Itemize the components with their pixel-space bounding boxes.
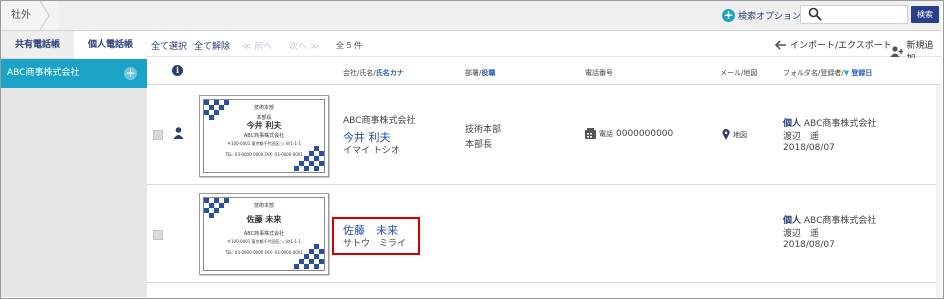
map-label: 地図 xyxy=(733,130,747,139)
result-count: 全 5 件 xyxy=(336,41,363,50)
col-company-name[interactable]: 会社/氏名/氏名カナ xyxy=(343,68,404,78)
list-toolbar: 全て選択 全て解除 ≪ 前へ 次へ ≫ 全 5 件 インポート/エクスポート 新… xyxy=(147,31,941,64)
contact-kana: イマイ トシオ xyxy=(343,146,400,156)
breadcrumb-label[interactable]: 社外 xyxy=(11,10,31,21)
col-dept[interactable]: 部署/役職 xyxy=(465,68,495,78)
contact-date: 2018/08/07 xyxy=(783,240,835,250)
phone-number: 0000000000 xyxy=(616,128,674,139)
card-dept: 技術本部 xyxy=(253,203,274,209)
business-card-image[interactable]: 技術本部 本部長 今井 利夫 ABC商事株式会社 〒100-0001 東京都千代… xyxy=(199,95,329,177)
card-tel: TEL: 03-0000-0000 FAX: 03-0000-0001 xyxy=(225,250,303,255)
card-name: 佐藤 未来 xyxy=(246,215,282,224)
card-address: 〒100-0001 東京都千代田区○○町1-1-1 xyxy=(226,239,302,244)
sidebar-item-company[interactable]: ABC商事株式会社 + xyxy=(1,59,147,88)
card-company: ABC商事株式会社 xyxy=(243,231,285,237)
map-pin-icon xyxy=(722,129,730,140)
row-checkbox[interactable] xyxy=(153,230,163,240)
folder-name: ABC商事株式会社 xyxy=(803,216,877,226)
plus-circle-icon: + xyxy=(722,7,735,22)
col-kana-sort-link[interactable]: 氏名カナ xyxy=(376,69,404,77)
folder-tag: 個人 xyxy=(783,216,802,226)
search-option-button[interactable]: + 検索オプション xyxy=(722,6,801,24)
contact-company: ABC商事株式会社 xyxy=(343,116,416,126)
business-card-image[interactable]: 技術本部 佐藤 未来 ABC商事株式会社 〒100-0001 東京都千代田区○○… xyxy=(199,193,329,275)
card-dept: 技術本部 xyxy=(253,105,274,111)
card-address: 〒100-0001 東京都千代田区○○町1-1-1 xyxy=(226,141,302,146)
card-name: 今井 利夫 xyxy=(246,121,282,130)
search-icon xyxy=(808,7,822,24)
folder-name: ABC商事株式会社 xyxy=(803,119,877,129)
col-company-name-label: 会社/氏名/ xyxy=(343,69,376,77)
phonebook-tabs: 共有電話帳 個人電話帳 xyxy=(1,31,147,59)
table-row[interactable]: 技術本部 佐藤 未来 ABC商事株式会社 〒100-0001 東京都千代田区○○… xyxy=(147,186,941,283)
column-header: i 会社/氏名/氏名カナ 部署/役職 電話番号 メール/地図 フォルダ名/登録者… xyxy=(147,58,941,85)
row-checkbox[interactable] xyxy=(153,130,163,140)
import-export-label: インポート/エクスポート xyxy=(790,41,892,51)
highlight-box xyxy=(332,217,420,255)
col-mail-map: メール/地図 xyxy=(720,69,758,77)
col-folder[interactable]: フォルダ名/登録者/▼ 登録日 xyxy=(783,68,872,78)
col-dept-label: 部署/ xyxy=(465,69,482,77)
card-company: ABC商事株式会社 xyxy=(243,133,285,139)
folder-tag: 個人 xyxy=(783,119,802,129)
card-tel: TEL: 03-0000-0000 FAX: 03-0000-0001 xyxy=(225,152,303,157)
tab-personal-phonebook[interactable]: 個人電話帳 xyxy=(74,31,147,59)
col-phone: 電話番号 xyxy=(585,69,613,77)
prev-page-link[interactable]: ≪ 前へ xyxy=(242,39,272,52)
select-all-link[interactable]: 全て選択 xyxy=(151,39,187,52)
contact-folder: 個人 ABC商事株式会社 xyxy=(783,116,876,129)
add-user-icon xyxy=(890,45,904,57)
col-date-sort-link[interactable]: 登録日 xyxy=(851,69,872,77)
deselect-all-link[interactable]: 全て解除 xyxy=(194,39,230,52)
breadcrumb-chevron-icon xyxy=(39,0,51,33)
add-folder-icon[interactable]: + xyxy=(124,67,137,80)
search-button[interactable]: 検索 xyxy=(911,6,939,23)
card-pattern-bottom xyxy=(294,244,324,269)
card-pattern-bottom xyxy=(294,146,324,171)
person-icon xyxy=(173,127,184,142)
col-folder-label: フォルダ名/登録者/ xyxy=(783,69,844,77)
tab-shared-phonebook[interactable]: 共有電話帳 xyxy=(1,31,74,59)
table-row[interactable]: 技術本部 本部長 今井 利夫 ABC商事株式会社 〒100-0001 東京都千代… xyxy=(147,86,941,185)
map-link[interactable]: 地図 xyxy=(722,129,747,140)
contact-folder: 個人 ABC商事株式会社 xyxy=(783,213,876,226)
info-icon[interactable]: i xyxy=(172,65,183,76)
contact-date: 2018/08/07 xyxy=(783,143,835,153)
phone-type-label: 電話 xyxy=(599,129,613,138)
scrollbar[interactable] xyxy=(936,85,941,297)
col-title-sort-link[interactable]: 役職 xyxy=(481,69,495,77)
import-export-button[interactable]: インポート/エクスポート xyxy=(775,38,892,51)
next-page-link[interactable]: 次へ ≫ xyxy=(289,39,319,52)
back-arrow-icon xyxy=(775,39,786,50)
contact-owner: 渡辺 遥 xyxy=(783,132,820,142)
search-option-label: 検索オプション xyxy=(738,11,802,22)
sidebar-item-label: ABC商事株式会社 xyxy=(7,68,80,78)
contact-owner: 渡辺 遥 xyxy=(783,229,820,239)
contact-phone[interactable]: 電話 0000000000 xyxy=(585,128,673,139)
phone-icon xyxy=(585,128,596,139)
left-panel: 共有電話帳 個人電話帳 ABC商事株式会社 + xyxy=(1,31,147,297)
contact-dept: 技術本部 xyxy=(465,125,502,135)
sort-desc-icon: ▼ xyxy=(843,69,850,77)
contact-title: 本部長 xyxy=(465,140,493,150)
